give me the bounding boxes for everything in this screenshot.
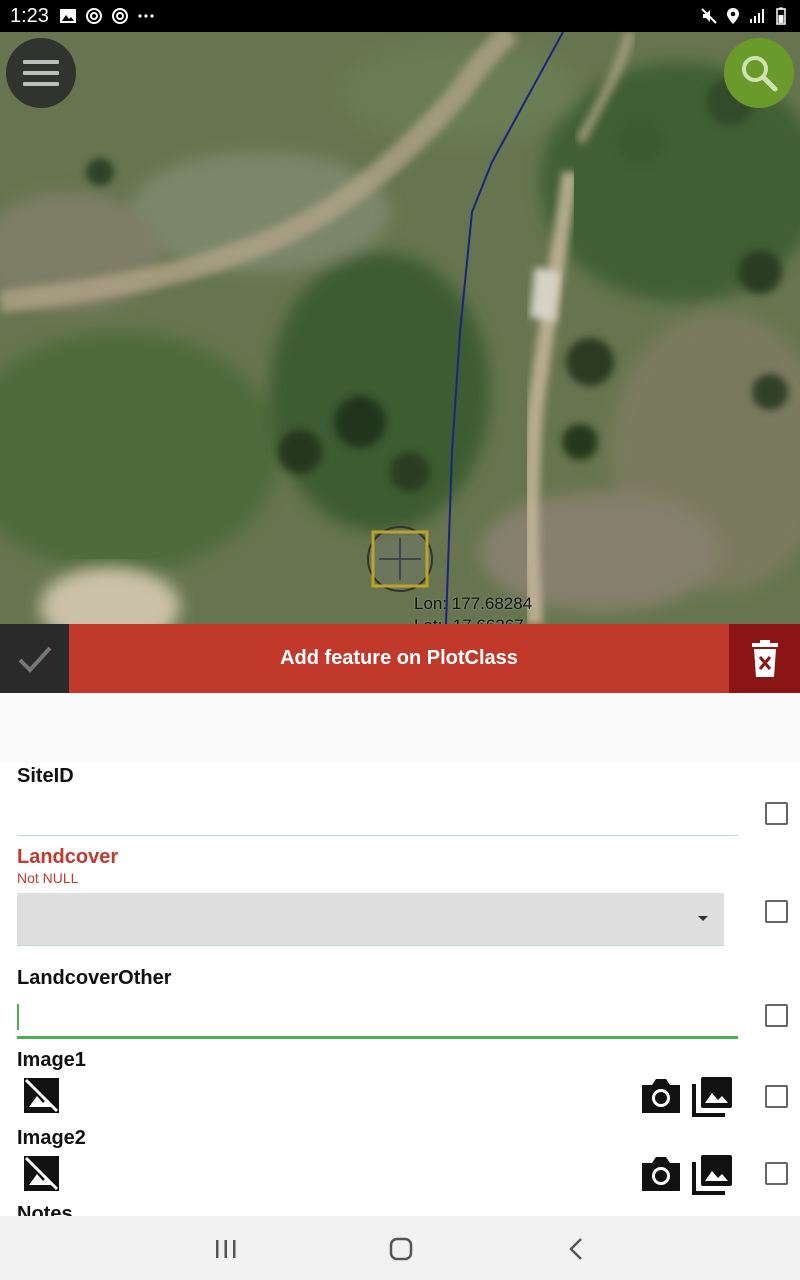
delete-button[interactable]	[729, 624, 800, 693]
gallery-icon[interactable]	[692, 1153, 734, 1195]
landcoverother-underline	[17, 1036, 738, 1039]
image2-label: Image2	[17, 1127, 86, 1149]
more-icon	[138, 14, 154, 18]
lon-label: Lon: 177.68284	[414, 594, 533, 613]
text-cursor	[17, 1004, 19, 1030]
battery-icon	[776, 7, 786, 25]
confirm-button[interactable]	[0, 624, 69, 693]
landcoverother-checkbox[interactable]	[765, 1004, 788, 1027]
coordinate-readout: Lon: 177.68284 Lat: -17.66267	[414, 593, 532, 624]
search-icon	[742, 56, 778, 92]
landcover-label: Landcover	[17, 846, 119, 868]
landcover-checkbox[interactable]	[765, 900, 788, 923]
sync-icon	[111, 8, 128, 24]
home-icon[interactable]	[386, 1236, 416, 1262]
image1-checkbox[interactable]	[765, 1085, 788, 1108]
system-nav-bar	[0, 1216, 800, 1280]
mute-icon	[701, 8, 717, 24]
signal-icon	[750, 9, 764, 23]
recents-icon[interactable]	[211, 1236, 241, 1262]
siteid-label: SiteID	[17, 765, 74, 787]
no-image-icon[interactable]	[23, 1155, 60, 1192]
hamburger-icon	[23, 60, 59, 64]
camera-icon[interactable]	[640, 1077, 682, 1115]
chevron-down-icon	[698, 916, 708, 921]
app-screen: 1:23 Lon: 177.68284 Add feature on PlotC…	[0, 0, 800, 1280]
action-bar: Add feature on PlotClass	[0, 624, 800, 693]
status-bar: 1:23	[0, 0, 800, 32]
trash-icon	[751, 639, 778, 677]
siteid-underline	[17, 835, 738, 836]
image1-label: Image1	[17, 1049, 86, 1071]
status-time: 1:23	[10, 4, 49, 27]
action-title: Add feature on PlotClass	[280, 647, 518, 669]
crosshair-icon	[367, 526, 433, 592]
form-spacer	[0, 693, 800, 763]
image2-checkbox[interactable]	[765, 1162, 788, 1185]
siteid-checkbox[interactable]	[765, 802, 788, 825]
landcover-required-note: Not NULL	[17, 870, 79, 886]
map-view[interactable]: Lon: 177.68284 Lat: -17.66267	[0, 32, 800, 624]
back-icon[interactable]	[562, 1236, 592, 1262]
lat-label: Lat: -17.66267	[414, 615, 532, 624]
gallery-icon[interactable]	[692, 1075, 734, 1117]
location-icon	[727, 8, 739, 24]
image-icon	[59, 9, 76, 23]
search-button[interactable]	[724, 38, 794, 108]
menu-button[interactable]	[6, 38, 76, 108]
camera-icon[interactable]	[640, 1155, 682, 1193]
landcover-dropdown[interactable]	[17, 893, 724, 946]
check-icon	[18, 646, 51, 673]
siteid-input[interactable]	[17, 795, 738, 835]
sync-icon	[85, 8, 102, 24]
no-image-icon[interactable]	[23, 1077, 60, 1114]
feature-form: SiteID Landcover Not NULL LandcoverOther…	[0, 763, 800, 1216]
landcoverother-input[interactable]	[17, 999, 738, 1037]
landcoverother-label: LandcoverOther	[17, 967, 172, 989]
notes-label: Notes	[17, 1203, 73, 1216]
